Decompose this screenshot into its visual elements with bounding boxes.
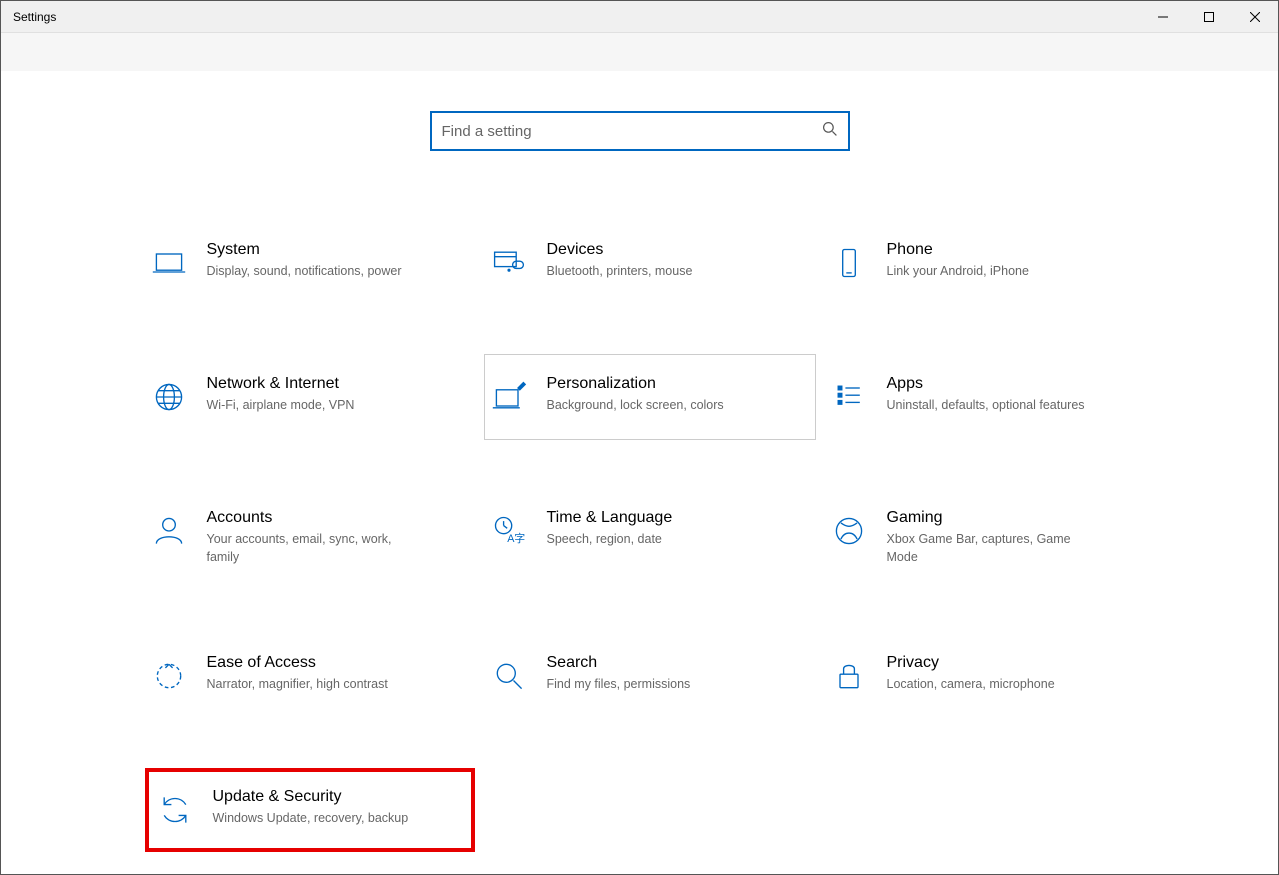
minimize-button[interactable] bbox=[1140, 1, 1186, 32]
category-title: Network & Internet bbox=[207, 375, 355, 393]
category-phone[interactable]: Phone Link your Android, iPhone bbox=[825, 221, 1155, 305]
xbox-icon bbox=[825, 507, 873, 555]
category-ease-of-access[interactable]: Ease of Access Narrator, magnifier, high… bbox=[145, 634, 475, 718]
svg-text:A字: A字 bbox=[507, 532, 525, 545]
category-subtitle: Windows Update, recovery, backup bbox=[213, 810, 409, 828]
search-box[interactable] bbox=[430, 111, 850, 151]
lock-icon bbox=[825, 652, 873, 700]
category-title: Time & Language bbox=[547, 509, 673, 527]
category-search[interactable]: Search Find my files, permissions bbox=[485, 634, 815, 718]
category-privacy[interactable]: Privacy Location, camera, microphone bbox=[825, 634, 1155, 718]
category-subtitle: Find my files, permissions bbox=[547, 676, 691, 694]
category-title: Update & Security bbox=[213, 788, 409, 806]
titlebar: Settings bbox=[1, 1, 1278, 33]
category-subtitle: Background, lock screen, colors bbox=[547, 397, 724, 415]
category-title: Search bbox=[547, 654, 691, 672]
category-subtitle: Narrator, magnifier, high contrast bbox=[207, 676, 388, 694]
category-apps[interactable]: Apps Uninstall, defaults, optional featu… bbox=[825, 355, 1155, 439]
header-strip bbox=[1, 33, 1278, 71]
category-time-language[interactable]: A字 Time & Language Speech, region, date bbox=[485, 489, 815, 584]
phone-icon bbox=[825, 239, 873, 287]
settings-grid: System Display, sound, notifications, po… bbox=[145, 221, 1155, 852]
category-accounts[interactable]: Accounts Your accounts, email, sync, wor… bbox=[145, 489, 475, 584]
category-subtitle: Xbox Game Bar, captures, Game Mode bbox=[887, 531, 1097, 566]
category-title: System bbox=[207, 241, 402, 259]
category-subtitle: Uninstall, defaults, optional features bbox=[887, 397, 1085, 415]
category-subtitle: Display, sound, notifications, power bbox=[207, 263, 402, 281]
category-devices[interactable]: Devices Bluetooth, printers, mouse bbox=[485, 221, 815, 305]
category-gaming[interactable]: Gaming Xbox Game Bar, captures, Game Mod… bbox=[825, 489, 1155, 584]
magnifier-icon bbox=[485, 652, 533, 700]
category-title: Personalization bbox=[547, 375, 724, 393]
category-title: Devices bbox=[547, 241, 693, 259]
ease-of-access-icon bbox=[145, 652, 193, 700]
category-subtitle: Speech, region, date bbox=[547, 531, 673, 549]
category-title: Gaming bbox=[887, 509, 1097, 527]
category-subtitle: Wi-Fi, airplane mode, VPN bbox=[207, 397, 355, 415]
category-subtitle: Location, camera, microphone bbox=[887, 676, 1055, 694]
close-button[interactable] bbox=[1232, 1, 1278, 32]
update-icon bbox=[151, 786, 199, 834]
category-personalization[interactable]: Personalization Background, lock screen,… bbox=[484, 354, 816, 440]
category-title: Phone bbox=[887, 241, 1029, 259]
search-input[interactable] bbox=[442, 123, 822, 140]
maximize-button[interactable] bbox=[1186, 1, 1232, 32]
time-language-icon: A字 bbox=[485, 507, 533, 555]
laptop-icon bbox=[145, 239, 193, 287]
category-title: Apps bbox=[887, 375, 1085, 393]
category-update-security[interactable]: Update & Security Windows Update, recove… bbox=[145, 768, 475, 852]
category-network[interactable]: Network & Internet Wi-Fi, airplane mode,… bbox=[145, 355, 475, 439]
category-subtitle: Bluetooth, printers, mouse bbox=[547, 263, 693, 281]
category-subtitle: Link your Android, iPhone bbox=[887, 263, 1029, 281]
window-title: Settings bbox=[1, 10, 56, 24]
apps-icon bbox=[825, 373, 873, 421]
category-title: Ease of Access bbox=[207, 654, 388, 672]
category-system[interactable]: System Display, sound, notifications, po… bbox=[145, 221, 475, 305]
window-controls bbox=[1140, 1, 1278, 32]
search-icon bbox=[822, 121, 838, 142]
category-title: Privacy bbox=[887, 654, 1055, 672]
globe-icon bbox=[145, 373, 193, 421]
content-area: System Display, sound, notifications, po… bbox=[1, 71, 1278, 852]
category-title: Accounts bbox=[207, 509, 417, 527]
devices-icon bbox=[485, 239, 533, 287]
person-icon bbox=[145, 507, 193, 555]
personalization-icon bbox=[485, 373, 533, 421]
category-subtitle: Your accounts, email, sync, work, family bbox=[207, 531, 417, 566]
